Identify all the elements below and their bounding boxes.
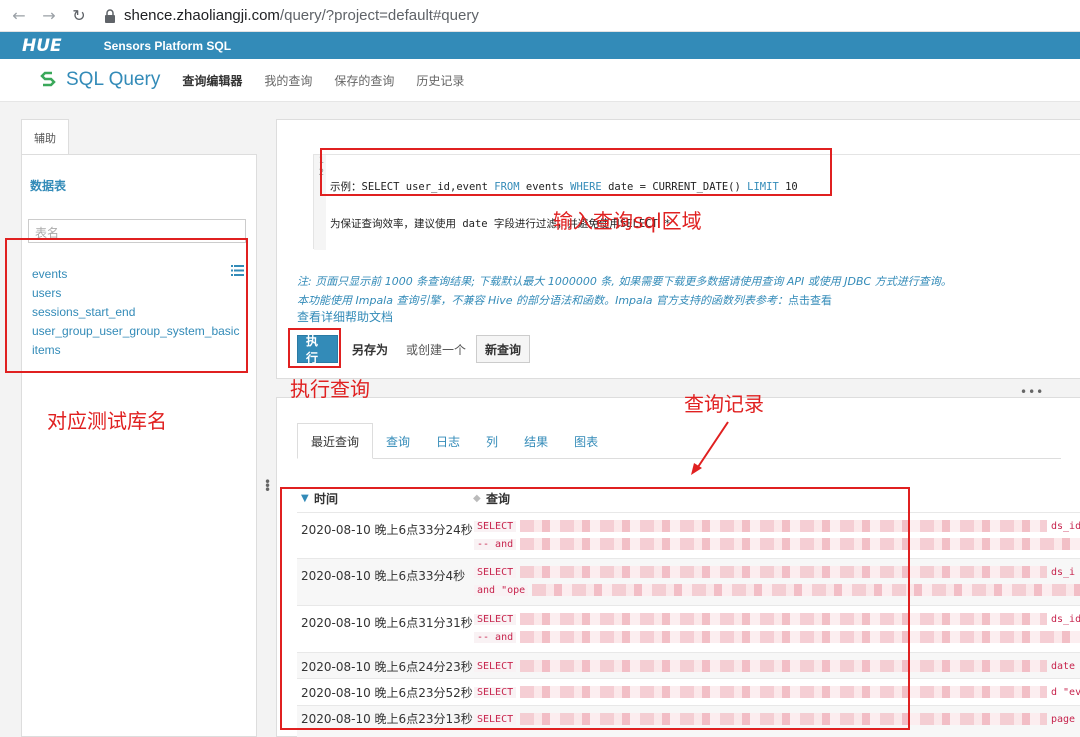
save-as-button[interactable]: 另存为 [344,335,396,363]
annotation-box-execute [288,328,341,368]
address-bar[interactable]: shence.zhaoliangji.com/query/?project=de… [104,7,479,24]
note-limit: 注: 页面只显示前 1000 条查询结果; 下载默认最大 1000000 条, … [297,275,952,288]
tab-log[interactable]: 日志 [423,423,473,459]
tables-section-title: 数据表 [30,179,67,193]
tab-columns[interactable]: 列 [473,423,511,459]
annotation-history: 查询记录 [684,392,764,416]
tab-history[interactable]: 历史记录 [416,72,464,89]
tab-chart[interactable]: 图表 [561,423,611,459]
app-name[interactable]: SQL Query [66,69,160,91]
browser-toolbar: ← → ↻ shence.zhaoliangji.com/query/?proj… [0,0,1080,32]
lock-icon [105,8,115,23]
tab-query-editor[interactable]: 查询编辑器 [182,72,242,89]
help-doc-link[interactable]: 查看详细帮助文档 [297,308,393,325]
tab-results[interactable]: 结果 [511,423,561,459]
function-list-link[interactable]: 点击查看 [788,294,832,307]
tab-saved-queries[interactable]: 保存的查询 [334,72,394,89]
tab-my-queries[interactable]: 我的查询 [264,72,312,89]
new-query-button[interactable]: 新查询 [476,335,531,363]
hue-header: HUE Sensors Platform SQL [0,32,1080,59]
platform-title: Sensors Platform SQL [103,38,232,53]
sql-query-icon [40,71,56,87]
reload-icon[interactable]: ↻ [68,5,90,27]
or-create-label: 或创建一个 [406,342,467,357]
note-impala: 本功能使用 Impala 查询引擎，不兼容 Hive 的部分语法和函数。Impa… [297,294,833,307]
annotation-execute: 执行查询 [290,377,370,401]
hue-logo[interactable]: HUE [22,36,62,56]
arrow-icon [691,421,729,475]
annotation-box-history [280,487,910,730]
forward-icon[interactable]: → [38,5,60,27]
back-icon[interactable]: ← [8,5,30,27]
url-path: /query/?project=default#query [279,7,479,24]
tab-query[interactable]: 查询 [373,423,423,459]
app-nav: SQL Query 查询编辑器 我的查询 保存的查询 历史记录 [0,59,1080,102]
tab-recent-queries[interactable]: 最近查询 [297,423,374,459]
annotation-box-sql [320,148,832,196]
tab-assist[interactable]: 辅助 [21,119,69,155]
results-tabs: 最近查询 查询 日志 列 结果 图表 [297,423,1061,459]
splitter-handle[interactable]: • • • [264,476,271,496]
annotation-sql-area: 输入查询sql区域 [553,209,702,233]
annotation-box-tables [5,238,248,373]
annotation-db-names: 对应测试库名 [47,409,167,433]
url-host: shence.zhaoliangji.com [124,7,280,24]
editor-notes: 注: 页面只显示前 1000 条查询结果; 下载默认最大 1000000 条, … [297,272,952,310]
